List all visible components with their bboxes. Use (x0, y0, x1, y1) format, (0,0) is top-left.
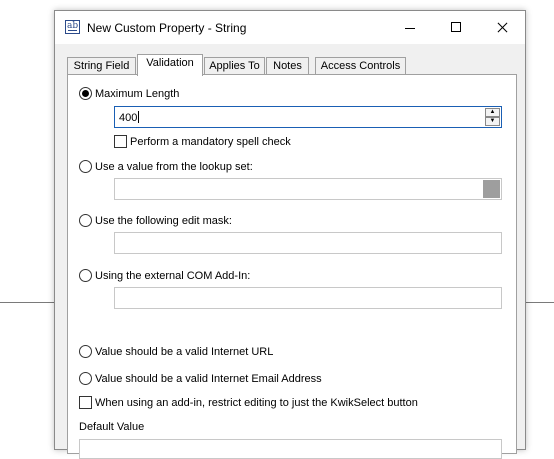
spell-check-checkbox[interactable] (114, 135, 127, 148)
com-addin-radio[interactable] (79, 269, 92, 282)
max-length-spinner: ▲ ▼ (485, 108, 500, 126)
tab-string-field[interactable]: String Field (67, 57, 136, 75)
max-length-input[interactable]: 400 ▲ ▼ (114, 106, 502, 128)
maximize-button[interactable] (433, 11, 479, 44)
lookup-set-label: Use a value from the lookup set: (95, 161, 253, 173)
tab-notes[interactable]: Notes (266, 57, 309, 75)
internet-url-radio[interactable] (79, 345, 92, 358)
com-addin-input[interactable] (114, 287, 502, 309)
spell-check-label: Perform a mandatory spell check (130, 136, 291, 148)
lookup-set-dropdown[interactable] (114, 178, 502, 200)
edit-mask-radio[interactable] (79, 214, 92, 227)
max-length-radio[interactable] (79, 87, 92, 100)
tab-applies-to[interactable]: Applies To (204, 57, 265, 75)
minimize-button[interactable] (387, 11, 433, 44)
com-addin-label: Using the external COM Add-In: (95, 270, 251, 282)
kwikselect-label: When using an add-in, restrict editing t… (95, 397, 418, 409)
lookup-set-radio[interactable] (79, 160, 92, 173)
spin-down-arrow-icon[interactable]: ▼ (485, 117, 500, 126)
edit-mask-input[interactable] (114, 232, 502, 254)
email-address-label: Value should be a valid Internet Email A… (95, 373, 322, 385)
tab-access-controls[interactable]: Access Controls (315, 57, 406, 75)
dropdown-button-icon[interactable] (483, 180, 500, 198)
spin-up-arrow-icon[interactable]: ▲ (485, 108, 500, 117)
kwikselect-checkbox[interactable] (79, 396, 92, 409)
minimize-icon (405, 28, 415, 29)
default-value-label: Default Value (79, 421, 145, 433)
internet-url-label: Value should be a valid Internet URL (95, 346, 274, 358)
tab-validation[interactable]: Validation (137, 54, 203, 76)
maximize-icon (451, 22, 461, 32)
max-length-label: Maximum Length (95, 88, 180, 100)
string-property-icon: ab (65, 20, 80, 34)
default-value-input[interactable] (79, 439, 502, 459)
email-address-radio[interactable] (79, 372, 92, 385)
edit-mask-label: Use the following edit mask: (95, 215, 232, 227)
validation-panel: Maximum Length 400 ▲ ▼ Perform a mandato… (67, 74, 517, 459)
dialog-window: ab New Custom Property - String String F… (54, 10, 526, 459)
close-button[interactable] (479, 11, 525, 44)
window-title: New Custom Property - String (87, 21, 247, 35)
max-length-value: 400 (119, 111, 140, 124)
title-bar: ab New Custom Property - String (55, 11, 525, 44)
